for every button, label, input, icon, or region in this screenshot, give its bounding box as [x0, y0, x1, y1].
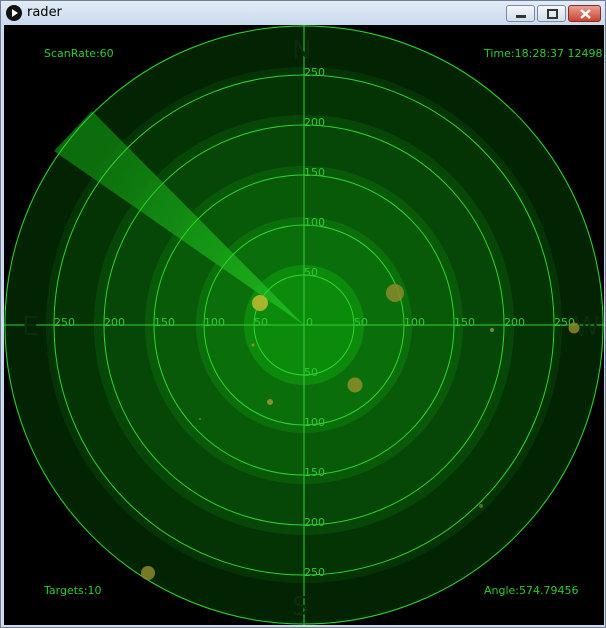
minimize-button[interactable] [506, 5, 535, 22]
title-bar[interactable]: rader [1, 1, 605, 25]
range-label-left: 250 [54, 316, 75, 329]
range-label-right: 100 [404, 316, 425, 329]
maximize-icon [547, 9, 558, 19]
range-label-down: 50 [304, 366, 318, 379]
minimize-icon [516, 15, 526, 18]
target-blip[interactable] [347, 377, 363, 393]
window-title: rader [27, 5, 62, 20]
radar-canvas[interactable]: N S E W 0 50 100 150 200 250 50 100 150 … [4, 25, 604, 625]
target-blip[interactable] [490, 328, 494, 332]
target-blip[interactable] [141, 566, 155, 580]
app-window: rader N S E W 0 50 100 150 200 250 50 10… [0, 0, 606, 628]
range-label-down: 100 [304, 416, 325, 429]
target-blip[interactable] [386, 284, 404, 302]
maximize-button[interactable] [537, 5, 566, 22]
target-blip[interactable] [199, 418, 201, 420]
range-label-left: 150 [154, 316, 175, 329]
target-blip[interactable] [252, 295, 268, 311]
range-label-center: 0 [306, 316, 313, 329]
range-label-down: 250 [304, 566, 325, 579]
close-icon [580, 9, 591, 19]
compass-east: E [22, 312, 38, 342]
range-label-left: 100 [204, 316, 225, 329]
range-label-right: 150 [454, 316, 475, 329]
range-label-left: 200 [104, 316, 125, 329]
range-label-right: 200 [504, 316, 525, 329]
range-label-up: 250 [304, 66, 325, 79]
time-readout: Time:18:28:37 12498 [483, 47, 603, 60]
angle-readout: Angle:574.79456 [484, 584, 579, 597]
play-icon[interactable] [6, 5, 22, 21]
target-blip[interactable] [479, 504, 483, 508]
range-label-left: 50 [254, 316, 268, 329]
range-label-up: 50 [304, 266, 318, 279]
compass-south: S [292, 592, 309, 622]
target-blip[interactable] [251, 343, 255, 347]
scan-rate-readout: ScanRate:60 [44, 47, 114, 60]
range-label-down: 150 [304, 466, 325, 479]
range-label-right: 50 [354, 316, 368, 329]
target-blip[interactable] [568, 322, 580, 334]
target-blip[interactable] [267, 399, 273, 405]
range-label-up: 100 [304, 216, 325, 229]
close-button[interactable] [568, 5, 601, 22]
targets-readout: Targets:10 [43, 584, 101, 597]
radar-display: N S E W 0 50 100 150 200 250 50 100 150 … [4, 25, 604, 625]
range-label-up: 200 [304, 116, 325, 129]
compass-north: N [292, 36, 311, 66]
range-label-down: 200 [304, 516, 325, 529]
range-label-up: 150 [304, 166, 325, 179]
